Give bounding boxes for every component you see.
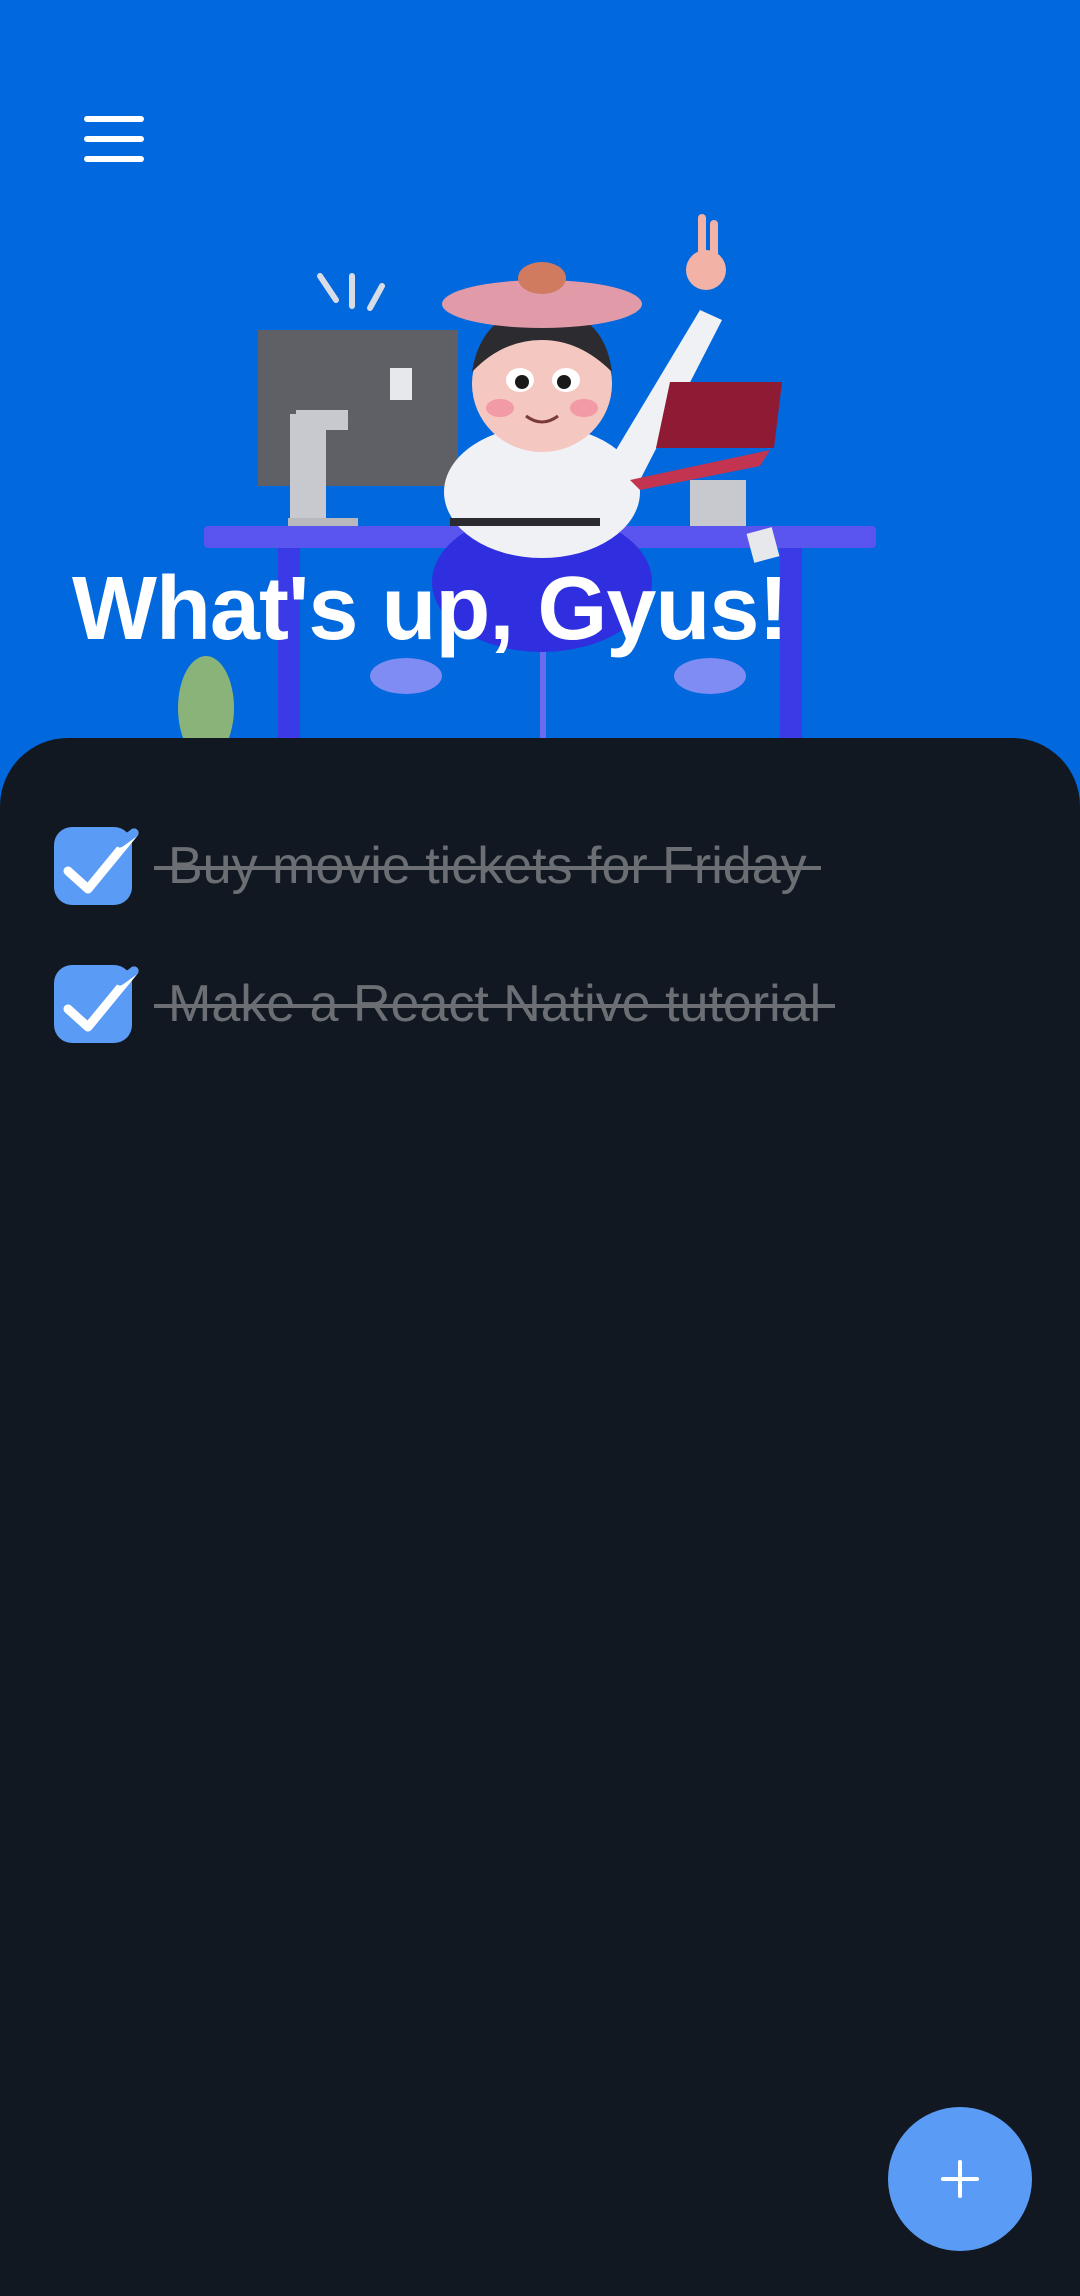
task-label: Buy movie tickets for Friday <box>154 836 821 896</box>
checkbox-checked[interactable] <box>54 827 139 905</box>
task-label: Make a React Native tutorial <box>154 974 836 1034</box>
greeting-title: What's up, Gyus! <box>72 559 788 659</box>
strikethrough-line <box>154 866 821 870</box>
check-icon <box>63 828 139 894</box>
check-icon <box>63 966 139 1032</box>
strikethrough-line <box>154 1004 836 1008</box>
person-at-desk-illustration <box>178 214 876 760</box>
task-item[interactable]: Make a React Native tutorial <box>54 964 836 1044</box>
plus-icon-stroke <box>958 2160 962 2198</box>
hamburger-menu-icon <box>84 116 144 122</box>
checkbox-checked[interactable] <box>54 965 139 1043</box>
hamburger-line <box>84 136 144 142</box>
header: What's up, Gyus! <box>0 0 1080 760</box>
task-item[interactable]: Buy movie tickets for Friday <box>54 826 821 906</box>
menu-button[interactable] <box>84 116 146 162</box>
hamburger-line <box>84 156 144 162</box>
add-task-button[interactable] <box>888 2107 1032 2251</box>
task-sheet: Buy movie tickets for Friday Make a Reac… <box>0 738 1080 2296</box>
